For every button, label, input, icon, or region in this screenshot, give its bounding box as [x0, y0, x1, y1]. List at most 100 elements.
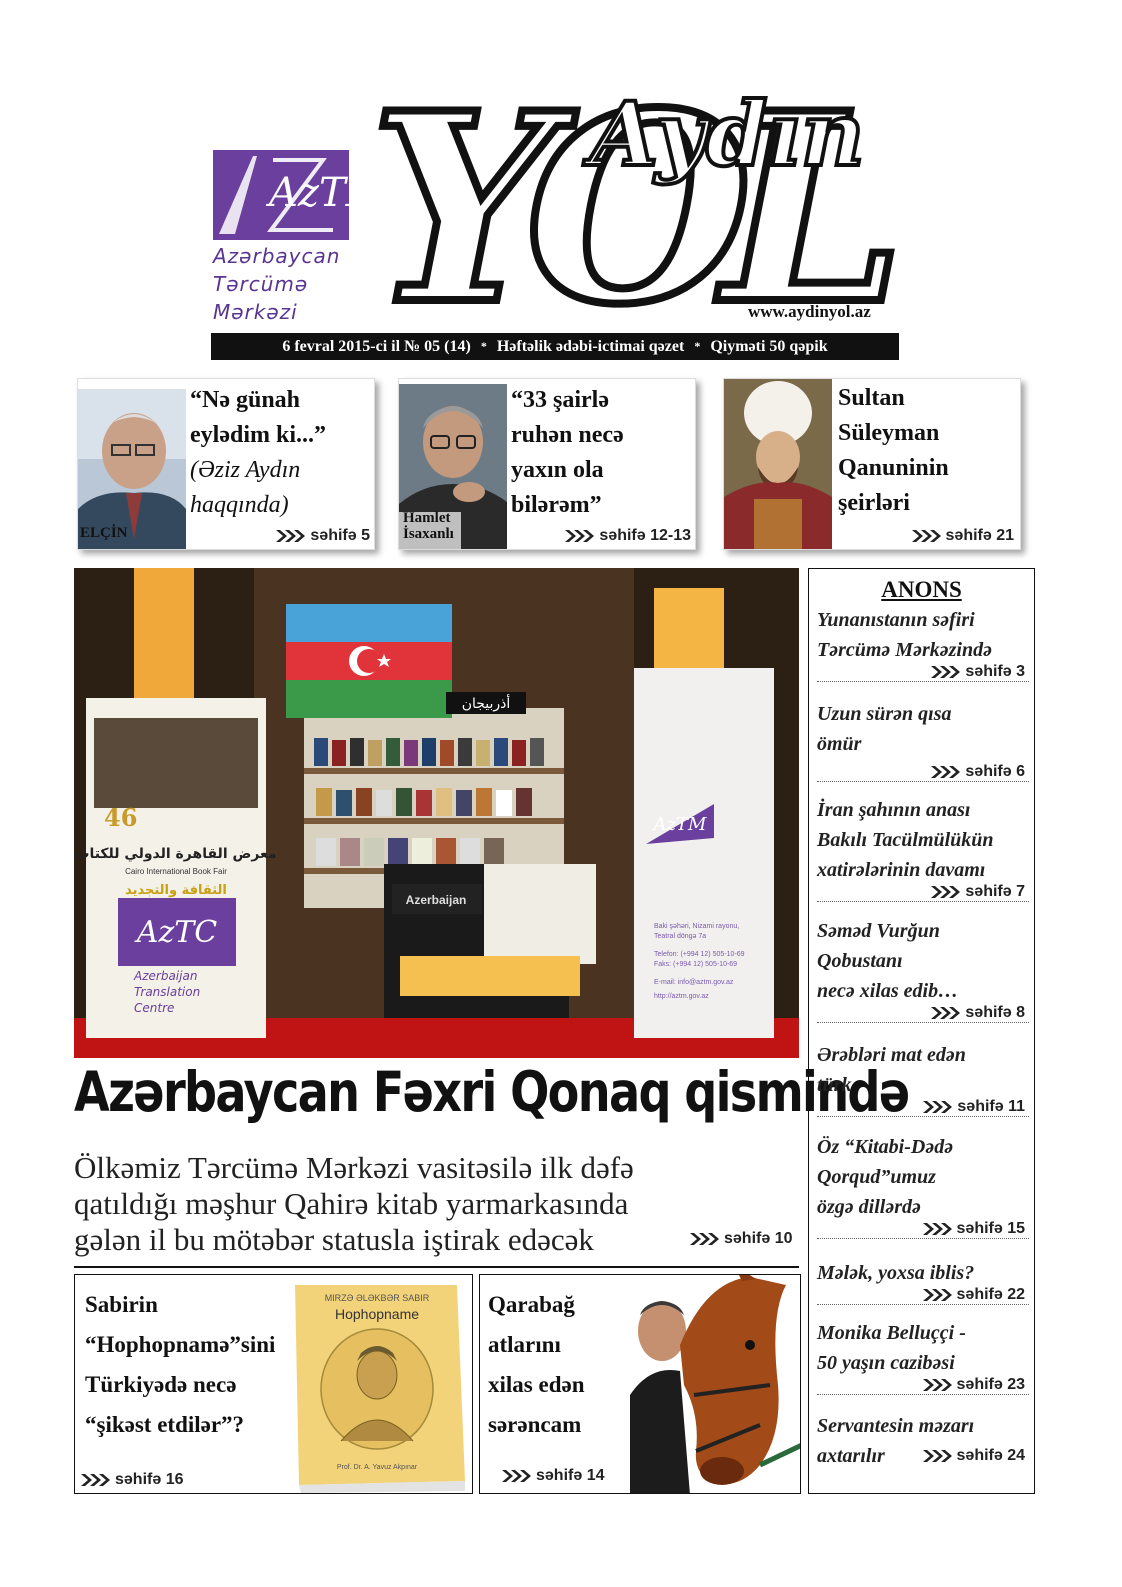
page-reference[interactable]: səhifə 16 [81, 1471, 183, 1489]
headline-line: Qanuninin [838, 455, 949, 481]
headline-line: sərəncam [488, 1412, 582, 1437]
issue-info-bar: 6 fevral 2015-ci il № 05 (14) * Həftəlik… [211, 333, 899, 360]
page-label: səhifə 8 [965, 1004, 1025, 1021]
page-label: səhifə 15 [956, 1220, 1025, 1237]
teaser-card-elcin[interactable]: ELÇİN “Nə günah eylədim ki...” (Əziz Ayd… [77, 378, 375, 550]
book-editor: Prof. Dr. A. Yavuz Akpınar [337, 1464, 418, 1471]
title-aydin: Aydın [583, 82, 865, 186]
story-box-karabakh-horses[interactable]: Qarabağ atlarını xilas edən sərəncam səh… [479, 1274, 801, 1494]
anons-line: ömür [817, 733, 862, 755]
horse-photo [610, 1275, 800, 1493]
page-reference[interactable]: səhifə 14 [502, 1467, 604, 1485]
page-reference[interactable]: səhifə 8 [817, 1004, 1029, 1022]
anons-line: Ərəbləri mat edən [817, 1044, 966, 1066]
headline-sub-line: haqqında) [190, 492, 289, 518]
banner-english-title: Cairo International Book Fair [125, 867, 227, 876]
divider [74, 1266, 799, 1268]
anons-item[interactable]: Yunanıstanın səfiri Tərcümə Mərkəzində s… [817, 605, 1029, 682]
logo-line-2: Tərcümə [213, 272, 309, 296]
anons-item[interactable]: Ərəbləri mat edən türk səhifə 11 [817, 1040, 1029, 1117]
logo-square: AzTM [213, 150, 388, 240]
headline-sub-line: (Əziz Aydın [190, 457, 301, 483]
caption-line: Hamlet [403, 510, 451, 526]
story-box-hophopname[interactable]: Sabirin “Hophopnamə”sini Türkiyədə necə … [74, 1274, 473, 1494]
triple-chevron-icon [931, 884, 961, 900]
triple-chevron-icon [931, 764, 961, 780]
page-label: səhifə 7 [965, 883, 1025, 900]
triple-chevron-icon [923, 1221, 953, 1237]
triple-chevron-icon [931, 1005, 961, 1021]
teaser-card-isaxanli[interactable]: Hamlet İsaxanlı “33 şairlə ruhən necə ya… [398, 378, 696, 550]
page-label: səhifə 11 [957, 1098, 1025, 1115]
teaser-card-suleyman[interactable]: Sultan Süleyman Qanuninin şeirləri səhif… [723, 378, 1021, 550]
booth-label: Azerbaijan [406, 893, 467, 907]
anons-line: Bakılı Tacülmülükün [817, 829, 994, 851]
anons-line: Uzun sürən qısa [817, 703, 952, 725]
triple-chevron-icon [923, 1377, 953, 1393]
page-reference[interactable]: səhifə 15 [817, 1220, 1029, 1238]
newspaper-title: YOL Aydın [366, 70, 920, 340]
banner-line: Translation [134, 985, 200, 999]
page-reference[interactable]: səhifə 11 [817, 1098, 1029, 1116]
box-headline: Sabirin “Hophopnamə”sini Türkiyədə necə … [85, 1285, 275, 1445]
anons-line: Mələk, yoxsa iblis? [817, 1262, 975, 1284]
page-label: səhifə 24 [956, 1447, 1025, 1464]
page-reference[interactable]: səhifə 23 [817, 1376, 1029, 1394]
site-url[interactable]: www.aydinyol.az [748, 302, 871, 322]
triple-chevron-icon [690, 1231, 720, 1247]
teaser-headline: “Nə günah eylədim ki...” (Əziz Aydın haq… [190, 383, 326, 523]
main-headline[interactable]: Azərbaycan Fəxri Qonaq qismində [74, 1060, 910, 1140]
caption-line: İsaxanlı [403, 526, 454, 542]
anons-item[interactable]: Mələk, yoxsa iblis? səhifə 22 [817, 1258, 1029, 1305]
anons-item[interactable]: Monika Belluççi - 50 yaşın cazibəsi səhi… [817, 1318, 1029, 1395]
anons-line: necə xilas edib… [817, 980, 959, 1002]
page-reference[interactable]: səhifə 3 [817, 663, 1029, 681]
anons-item[interactable]: Servantesin məzarı axtarılır səhifə 24 [817, 1411, 1029, 1467]
headline-line: yaxın ola [511, 457, 604, 483]
side-banner-text: Telefon: (+994 12) 505-10-69 [654, 951, 745, 958]
page-reference[interactable]: səhifə 6 [817, 763, 1029, 781]
triple-chevron-icon [931, 664, 961, 680]
page-label: səhifə 21 [945, 527, 1014, 544]
main-lead: Ölkəmiz Tərcümə Mərkəzi vasitəsilə ilk d… [74, 1150, 714, 1258]
page-reference[interactable]: səhifə 22 [817, 1286, 1029, 1304]
side-banner-text: Baki şəhəri, Nizami rayonu, [654, 923, 739, 930]
book-author: MIRZƏ ƏLƏKBƏR SABIR [325, 1293, 430, 1303]
photo-caption: ELÇİN [80, 525, 128, 541]
triple-chevron-icon [565, 528, 595, 544]
page-reference[interactable]: səhifə 12-13 [565, 527, 691, 545]
side-banner-text: Teatral döngə 7a [654, 933, 706, 940]
page-label: səhifə 6 [965, 763, 1025, 780]
anons-item[interactable]: Öz “Kitabi-Dədə Qorqud”umuz özgə dillərd… [817, 1132, 1029, 1239]
anons-line: xatirələrinin davamı [817, 859, 986, 881]
anons-item[interactable]: Uzun sürən qısa ömür səhifə 6 [817, 699, 1029, 782]
side-banner-text: http://aztm.gov.az [654, 993, 709, 1000]
page-label: səhifə 14 [536, 1467, 605, 1484]
page-reference[interactable]: səhifə 7 [817, 883, 1029, 901]
logo-line-1: Azərbaycan [213, 244, 341, 268]
anons-line: Servantesin məzarı [817, 1415, 975, 1437]
portrait-painting [724, 379, 832, 549]
page-label: səhifə 22 [956, 1286, 1025, 1303]
logo-line-3: Mərkəzi [213, 300, 298, 324]
anons-item[interactable]: Səməd Vurğun Qobustanı necə xilas edib… … [817, 916, 1029, 1023]
separator: * [480, 339, 487, 353]
triple-chevron-icon [276, 528, 306, 544]
banner-arabic-title: معرض القاهرة الدولي للكتاب [75, 846, 276, 862]
triple-chevron-icon [923, 1448, 953, 1464]
anons-line: Qobustanı [817, 950, 903, 972]
teaser-headline: Sultan Süleyman Qanuninin şeirləri [838, 381, 949, 521]
anons-item[interactable]: İran şahının anası Bakılı Tacülmülükün x… [817, 795, 1029, 902]
anons-line: Qorqud”umuz [817, 1166, 936, 1188]
anons-line: Səməd Vurğun [817, 920, 940, 942]
banner-line: Centre [134, 1001, 174, 1015]
banner-number: 46 [104, 803, 137, 832]
page-reference[interactable]: səhifə 5 [276, 527, 370, 545]
page-label: səhifə 16 [115, 1471, 184, 1488]
book-title: Hophopname [335, 1306, 419, 1322]
page-reference[interactable]: səhifə 10 [690, 1230, 792, 1248]
page-label: səhifə 10 [724, 1230, 793, 1247]
banner-line: Azerbaijan [133, 969, 197, 983]
headline-line: şeirləri [838, 490, 910, 516]
page-reference[interactable]: səhifə 21 [912, 527, 1014, 545]
